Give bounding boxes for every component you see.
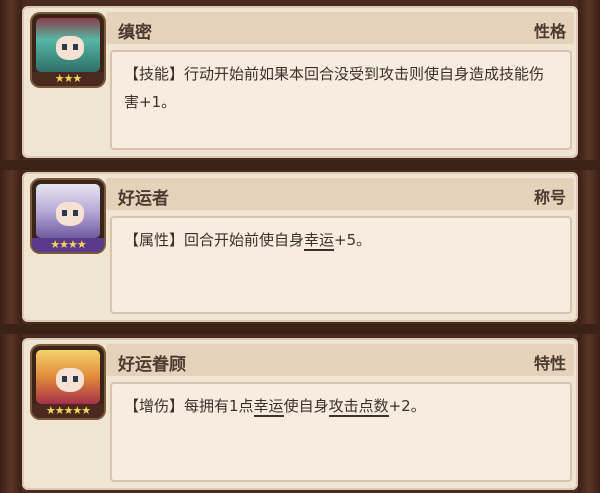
trait-category: 性格	[533, 22, 566, 41]
star-rating: ★★★★★	[32, 404, 104, 418]
keyword-attack-points-link[interactable]: 攻击点数	[328, 397, 389, 417]
trait-description: 【技能】行动开始前如果本回合没受到攻击则使自身造成技能伤害+1。	[124, 65, 545, 111]
trait-description-box: 【增伤】每拥有1点幸运使自身攻击点数+2。	[110, 382, 572, 482]
trait-card-3[interactable]: ★★★★★ 好运眷顾 特性 【增伤】每拥有1点幸运使自身攻击点数+2。	[22, 338, 578, 490]
divider	[0, 160, 600, 170]
character-portrait-blonde-hair-icon: ★★★★★	[32, 346, 104, 418]
trait-name: 缜密	[118, 23, 152, 43]
frame-right	[578, 0, 600, 493]
trait-category: 特性	[533, 354, 566, 373]
trait-card-1[interactable]: ★★★ 缜密 性格 【技能】行动开始前如果本回合没受到攻击则使自身造成技能伤害+…	[22, 6, 578, 158]
star-rating: ★★★★	[32, 238, 104, 252]
trait-card-2[interactable]: ★★★★ 好运者 称号 【属性】回合开始前使自身幸运+5。	[22, 172, 578, 322]
star-rating: ★★★	[32, 72, 104, 86]
divider	[0, 324, 600, 334]
trait-description-box: 【技能】行动开始前如果本回合没受到攻击则使自身造成技能伤害+1。	[110, 50, 572, 150]
card-header: 缜密 性格	[106, 12, 574, 44]
keyword-luck-link[interactable]: 幸运	[304, 231, 335, 251]
keyword-luck-link[interactable]: 幸运	[253, 397, 284, 417]
trait-name: 好运者	[118, 189, 169, 209]
trait-description: 【属性】回合开始前使自身幸运+5。	[124, 231, 372, 251]
trait-name: 好运眷顾	[118, 355, 186, 375]
card-header: 好运者 称号	[106, 178, 574, 210]
trait-description-box: 【属性】回合开始前使自身幸运+5。	[110, 216, 572, 314]
trait-description: 【增伤】每拥有1点幸运使自身攻击点数+2。	[124, 397, 426, 417]
card-header: 好运眷顾 特性	[106, 344, 574, 376]
character-portrait-white-hair-icon: ★★★★	[32, 180, 104, 252]
character-portrait-green-hair-icon: ★★★	[32, 14, 104, 86]
frame-left	[0, 0, 22, 493]
trait-category: 称号	[533, 188, 566, 207]
